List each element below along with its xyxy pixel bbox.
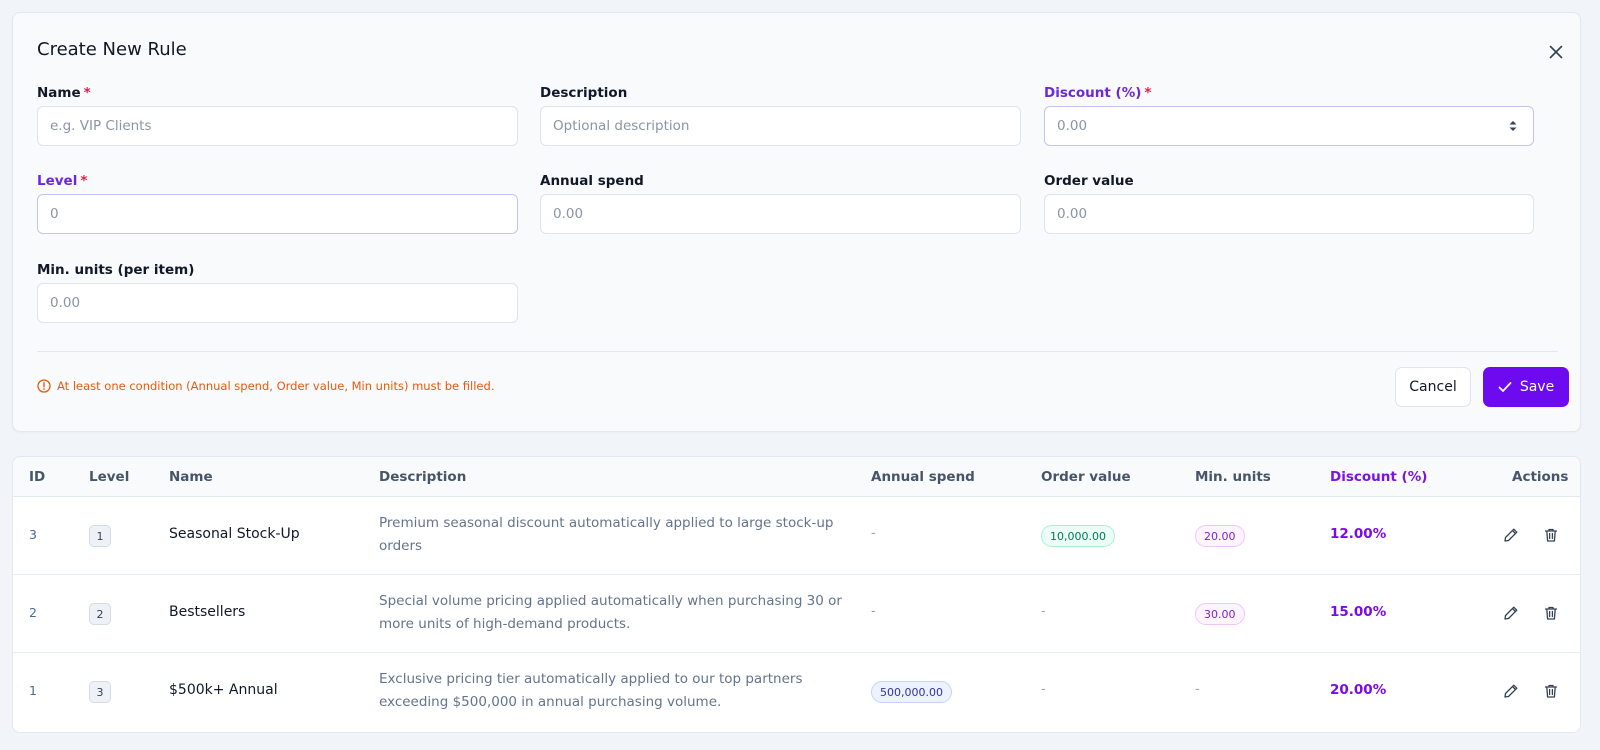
annual-spend-badge: 500,000.00 bbox=[871, 681, 952, 703]
column-header-description: Description bbox=[379, 469, 467, 485]
rules-table: ID Level Name Description Annual spend O… bbox=[12, 456, 1581, 733]
row-annual-spend: - bbox=[871, 604, 876, 619]
delete-button[interactable] bbox=[1542, 682, 1560, 700]
column-header-order-value: Order value bbox=[1041, 469, 1131, 485]
panel-title: Create New Rule bbox=[37, 39, 187, 60]
column-header-id: ID bbox=[29, 469, 46, 485]
spinner-arrows-icon bbox=[1509, 121, 1517, 131]
row-id: 1 bbox=[29, 683, 37, 698]
row-id: 3 bbox=[29, 527, 37, 542]
row-description: Special volume pricing applied automatic… bbox=[379, 593, 842, 632]
order-value-label: Order value bbox=[1044, 173, 1134, 189]
level-label: Level * bbox=[37, 173, 87, 189]
order-value-input[interactable] bbox=[1044, 194, 1534, 234]
row-order-value: - bbox=[1041, 604, 1046, 619]
row-description: Premium seasonal discount automatically … bbox=[379, 515, 834, 554]
cancel-button[interactable]: Cancel bbox=[1395, 367, 1471, 407]
close-icon bbox=[1549, 45, 1563, 59]
row-name: $500k+ Annual bbox=[169, 682, 278, 698]
check-icon bbox=[1498, 382, 1512, 392]
row-min-units: - bbox=[1195, 682, 1200, 697]
row-name: Seasonal Stock-Up bbox=[169, 526, 300, 542]
trash-icon bbox=[1544, 528, 1558, 542]
description-input[interactable] bbox=[540, 106, 1021, 146]
edit-button[interactable] bbox=[1502, 526, 1520, 544]
discount-label: Discount (%) * bbox=[1044, 85, 1151, 101]
row-order-value: - bbox=[1041, 682, 1046, 697]
column-header-annual-spend: Annual spend bbox=[871, 469, 975, 485]
edit-button[interactable] bbox=[1502, 682, 1520, 700]
annual-spend-label: Annual spend bbox=[540, 173, 644, 189]
min-units-input[interactable] bbox=[37, 283, 518, 323]
delete-button[interactable] bbox=[1542, 526, 1560, 544]
column-header-min-units: Min. units bbox=[1195, 469, 1271, 485]
description-label: Description bbox=[540, 85, 628, 101]
min-units-badge: 30.00 bbox=[1195, 603, 1245, 625]
trash-icon bbox=[1544, 606, 1558, 620]
level-badge: 2 bbox=[89, 603, 111, 625]
table-row: 2 2 Bestsellers Special volume pricing a… bbox=[13, 575, 1580, 653]
min-units-label: Min. units (per item) bbox=[37, 262, 195, 278]
row-discount: 15.00% bbox=[1330, 604, 1387, 620]
pencil-icon bbox=[1504, 528, 1518, 542]
column-header-actions: Actions bbox=[1512, 469, 1569, 485]
row-annual-spend: - bbox=[871, 526, 876, 541]
row-discount: 20.00% bbox=[1330, 682, 1387, 698]
annual-spend-input[interactable] bbox=[540, 194, 1021, 234]
level-badge: 3 bbox=[89, 681, 111, 703]
name-label: Name * bbox=[37, 85, 91, 101]
discount-stepper[interactable] bbox=[1507, 117, 1519, 135]
required-marker: * bbox=[1144, 85, 1152, 101]
name-label-text: Name bbox=[37, 85, 81, 101]
column-header-level: Level bbox=[89, 469, 130, 485]
pencil-icon bbox=[1504, 606, 1518, 620]
table-header: ID Level Name Description Annual spend O… bbox=[13, 457, 1580, 497]
table-row: 1 3 $500k+ Annual Exclusive pricing tier… bbox=[13, 653, 1580, 731]
create-rule-panel: Create New Rule Name* Description Discou… bbox=[12, 12, 1581, 432]
discount-input[interactable] bbox=[1044, 106, 1534, 146]
required-marker: * bbox=[83, 85, 91, 101]
name-input[interactable] bbox=[37, 106, 518, 146]
level-label-text: Level bbox=[37, 173, 78, 189]
validation-warning: At least one condition (Annual spend, Or… bbox=[37, 379, 494, 393]
table-row: 3 1 Seasonal Stock-Up Premium seasonal d… bbox=[13, 497, 1580, 575]
form-divider bbox=[37, 351, 1558, 352]
min-units-badge: 20.00 bbox=[1195, 525, 1245, 547]
pencil-icon bbox=[1504, 684, 1518, 698]
trash-icon bbox=[1544, 684, 1558, 698]
delete-button[interactable] bbox=[1542, 604, 1560, 622]
alert-circle-icon bbox=[37, 379, 51, 393]
row-description: Exclusive pricing tier automatically app… bbox=[379, 671, 803, 710]
level-input[interactable] bbox=[37, 194, 518, 234]
row-id: 2 bbox=[29, 605, 37, 620]
row-name: Bestsellers bbox=[169, 604, 246, 620]
column-header-name: Name bbox=[169, 469, 213, 485]
level-badge: 1 bbox=[89, 525, 111, 547]
close-button[interactable] bbox=[1545, 41, 1567, 63]
save-label: Save bbox=[1519, 379, 1555, 395]
row-discount: 12.00% bbox=[1330, 526, 1387, 542]
order-value-badge: 10,000.00 bbox=[1041, 525, 1115, 547]
discount-label-text: Discount (%) bbox=[1044, 85, 1142, 101]
edit-button[interactable] bbox=[1502, 604, 1520, 622]
save-button[interactable]: Save bbox=[1483, 367, 1569, 407]
column-header-discount: Discount (%) bbox=[1330, 469, 1428, 485]
required-marker: * bbox=[80, 173, 88, 189]
warning-text: At least one condition (Annual spend, Or… bbox=[57, 379, 495, 393]
